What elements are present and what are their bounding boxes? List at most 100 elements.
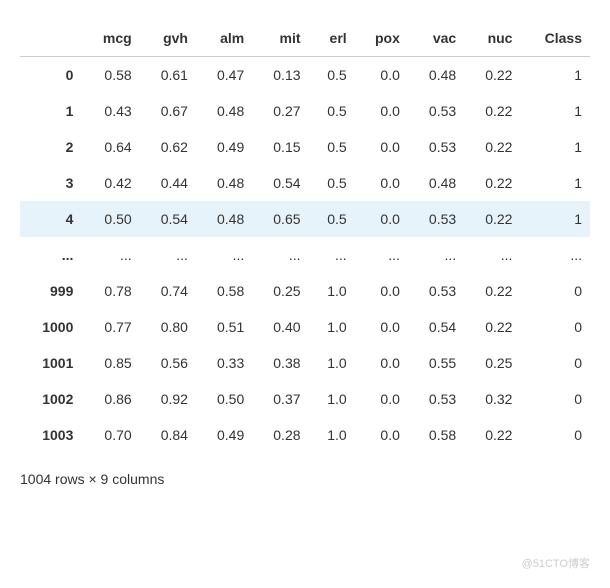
cell: 0	[520, 273, 590, 309]
cell: 0.32	[464, 381, 520, 417]
cell: 0.58	[408, 417, 464, 453]
cell: 0.22	[464, 165, 520, 201]
cell: ...	[196, 237, 252, 273]
cell: 0.78	[81, 273, 139, 309]
cell: 0.0	[355, 417, 408, 453]
cell: 1.0	[309, 417, 355, 453]
cell: 0.25	[464, 345, 520, 381]
cell: 1	[520, 201, 590, 237]
cell: 0.49	[196, 129, 252, 165]
row-index: 1	[20, 93, 81, 129]
table-row: 10.430.670.480.270.50.00.530.221	[20, 93, 590, 129]
cell: 1	[520, 57, 590, 94]
column-header: Class	[520, 20, 590, 57]
column-header: mcg	[81, 20, 139, 57]
cell: 0.0	[355, 165, 408, 201]
table-body: 00.580.610.470.130.50.00.480.22110.430.6…	[20, 57, 590, 454]
cell: 0.51	[196, 309, 252, 345]
cell: 0.0	[355, 273, 408, 309]
column-header: mit	[252, 20, 308, 57]
table-header: mcggvhalmmiterlpoxvacnucClass	[20, 20, 590, 57]
row-index: 0	[20, 57, 81, 94]
cell: 0.49	[196, 417, 252, 453]
row-index: 1000	[20, 309, 81, 345]
row-index: 2	[20, 129, 81, 165]
table-row: 00.580.610.470.130.50.00.480.221	[20, 57, 590, 94]
cell: 0.22	[464, 129, 520, 165]
cell: 1.0	[309, 381, 355, 417]
cell: 0.44	[140, 165, 196, 201]
cell: 0.0	[355, 381, 408, 417]
cell: 0.48	[408, 57, 464, 94]
cell: 0.50	[81, 201, 139, 237]
cell: 0.22	[464, 57, 520, 94]
cell: 0.62	[140, 129, 196, 165]
cell: ...	[140, 237, 196, 273]
cell: 0.28	[252, 417, 308, 453]
cell: 0.74	[140, 273, 196, 309]
cell: 0.61	[140, 57, 196, 94]
cell: 0.5	[309, 201, 355, 237]
cell: 0.54	[252, 165, 308, 201]
cell: 0.53	[408, 381, 464, 417]
row-index: 1003	[20, 417, 81, 453]
cell: 0.48	[196, 201, 252, 237]
cell: ...	[81, 237, 139, 273]
cell: 0.85	[81, 345, 139, 381]
cell: 1.0	[309, 309, 355, 345]
column-header: nuc	[464, 20, 520, 57]
cell: ...	[252, 237, 308, 273]
cell: 0.92	[140, 381, 196, 417]
cell: 0.5	[309, 57, 355, 94]
cell: 0.42	[81, 165, 139, 201]
cell: 0.64	[81, 129, 139, 165]
table-row: 10020.860.920.500.371.00.00.530.320	[20, 381, 590, 417]
table-row: 10030.700.840.490.281.00.00.580.220	[20, 417, 590, 453]
cell: 0.0	[355, 201, 408, 237]
watermark: @51CTO博客	[522, 555, 590, 571]
cell: 0.48	[196, 93, 252, 129]
cell: 0.47	[196, 57, 252, 94]
row-index: 4	[20, 201, 81, 237]
cell: 0.84	[140, 417, 196, 453]
cell: 0.77	[81, 309, 139, 345]
cell: 0.0	[355, 309, 408, 345]
ellipsis-row: ..............................	[20, 237, 590, 273]
cell: 0.22	[464, 309, 520, 345]
cell: 0.55	[408, 345, 464, 381]
cell: 0.48	[196, 165, 252, 201]
cell: ...	[520, 237, 590, 273]
cell: 0.5	[309, 93, 355, 129]
cell: 0.53	[408, 201, 464, 237]
cell: 0.58	[81, 57, 139, 94]
cell: 0.48	[408, 165, 464, 201]
table-row: 10000.770.800.510.401.00.00.540.220	[20, 309, 590, 345]
cell: 0.13	[252, 57, 308, 94]
cell: 0	[520, 309, 590, 345]
cell: 0.22	[464, 201, 520, 237]
cell: 0.53	[408, 273, 464, 309]
cell: 0.54	[408, 309, 464, 345]
cell: 0.40	[252, 309, 308, 345]
cell: 0.33	[196, 345, 252, 381]
row-index: ...	[20, 237, 81, 273]
cell: ...	[464, 237, 520, 273]
cell: 0.37	[252, 381, 308, 417]
column-header: vac	[408, 20, 464, 57]
table-row: 40.500.540.480.650.50.00.530.221	[20, 201, 590, 237]
cell: 1.0	[309, 273, 355, 309]
cell: 1	[520, 165, 590, 201]
cell: 0.58	[196, 273, 252, 309]
cell: 0.70	[81, 417, 139, 453]
index-header	[20, 20, 81, 57]
cell: 0.15	[252, 129, 308, 165]
cell: 0.0	[355, 129, 408, 165]
cell: 0.0	[355, 93, 408, 129]
cell: 0.27	[252, 93, 308, 129]
cell: 0.56	[140, 345, 196, 381]
cell: 0.25	[252, 273, 308, 309]
table-row: 30.420.440.480.540.50.00.480.221	[20, 165, 590, 201]
cell: 0.86	[81, 381, 139, 417]
cell: 0	[520, 345, 590, 381]
cell: 0	[520, 417, 590, 453]
